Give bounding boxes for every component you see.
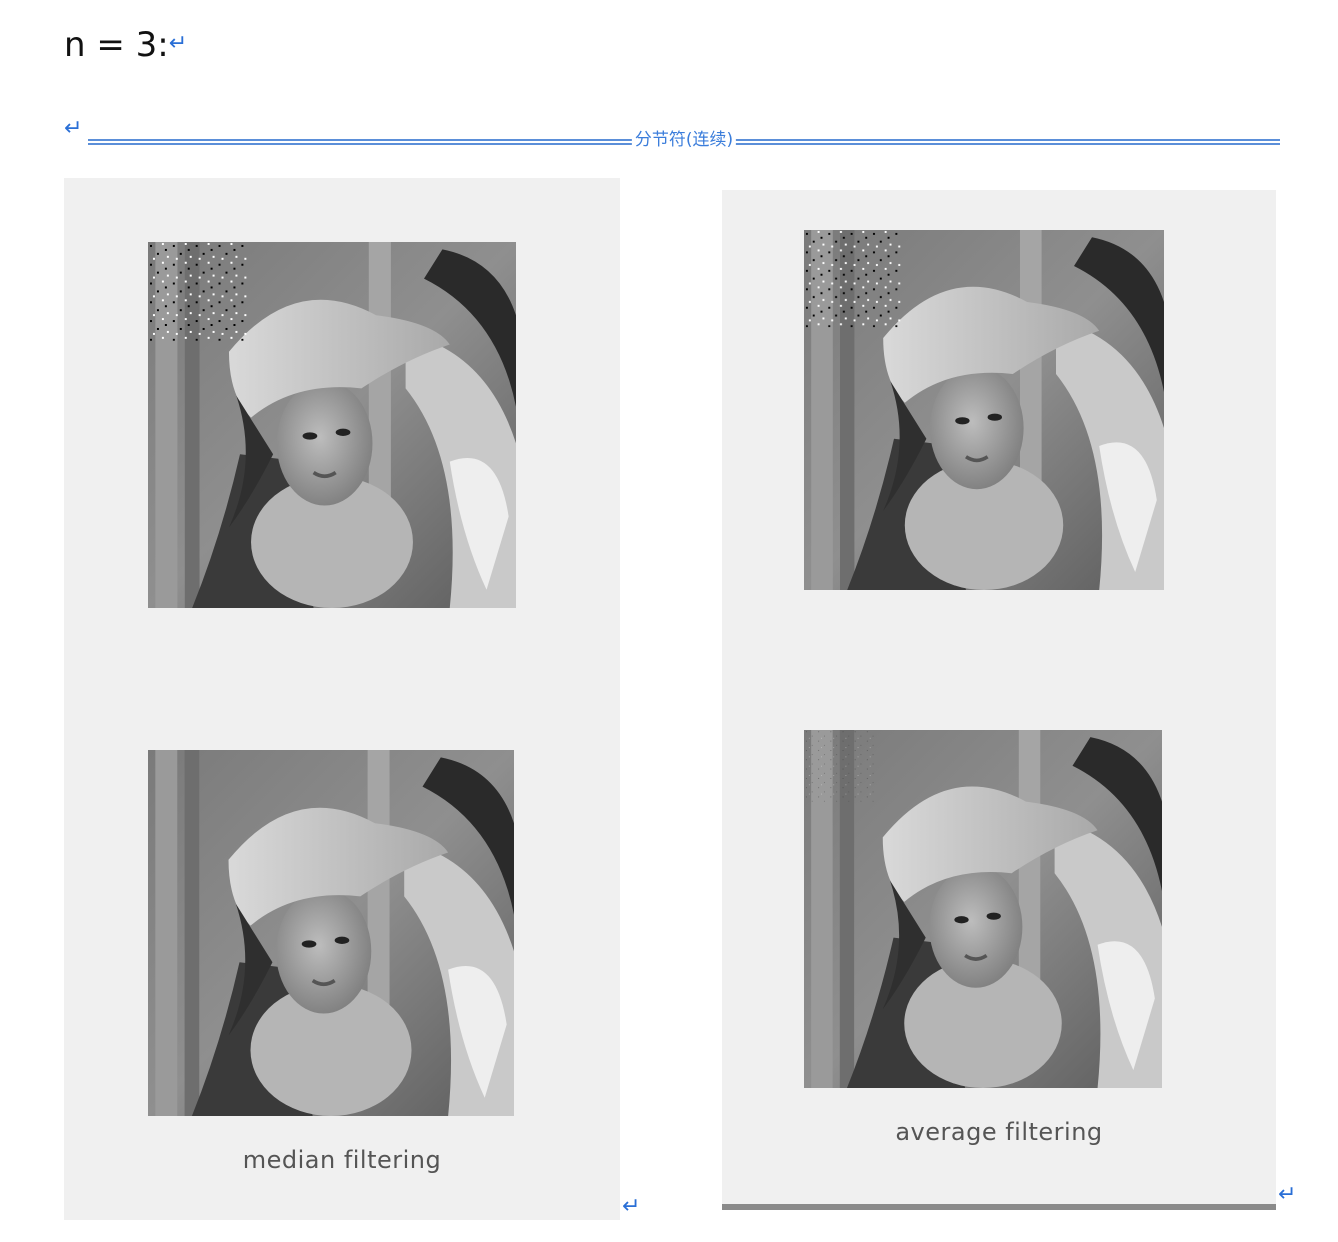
paragraph-mark-icon: ↵ bbox=[64, 116, 83, 141]
median-filtered-image bbox=[148, 750, 514, 1116]
figure-caption: median filtering bbox=[242, 1146, 442, 1174]
paragraph-mark-icon: ↵ bbox=[1278, 1182, 1297, 1207]
figure-caption: average filtering bbox=[895, 1118, 1103, 1146]
heading: n = 3:↵ bbox=[64, 22, 187, 67]
noisy-image bbox=[804, 230, 1164, 590]
section-break-label: 分节符(连续) bbox=[631, 129, 737, 151]
noisy-image bbox=[148, 242, 516, 608]
section-break: 分节符(连续) bbox=[88, 129, 1280, 151]
paragraph-mark-icon: ↵ bbox=[622, 1194, 641, 1219]
figure-bottom-border bbox=[722, 1204, 1276, 1210]
heading-text: n = 3: bbox=[64, 25, 169, 65]
figure-median-filtering: median filtering bbox=[64, 178, 620, 1220]
average-filtered-image bbox=[804, 730, 1162, 1088]
figure-average-filtering: average filtering bbox=[722, 190, 1276, 1210]
paragraph-mark-icon: ↵ bbox=[168, 31, 188, 56]
